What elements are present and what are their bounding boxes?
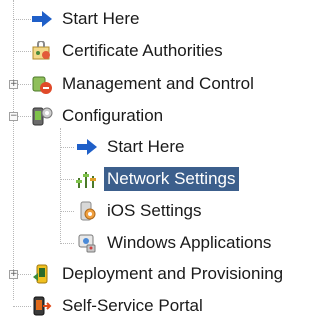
blue-arrow-icon — [31, 8, 53, 30]
tree-item-management-and-control[interactable]: Management and Control — [31, 71, 257, 97]
tree-item-label: Configuration — [62, 106, 164, 125]
tree-item-deployment-and-provisioning[interactable]: Deployment and Provisioning — [31, 261, 286, 287]
tree-item-ios-settings[interactable]: iOS Settings — [76, 198, 205, 224]
tree-connector — [18, 274, 31, 275]
tree-connector — [60, 243, 74, 244]
tree-connector — [60, 147, 74, 148]
tree-item-configuration[interactable]: Configuration — [31, 103, 166, 129]
tree-item-start-here[interactable]: Start Here — [31, 6, 142, 32]
tree-item-self-service-portal[interactable]: Self-Service Portal — [31, 293, 206, 316]
tree-connector — [60, 128, 61, 244]
ios-settings-icon — [76, 200, 98, 222]
tree-item-label: Network Settings — [104, 167, 239, 191]
network-settings-icon — [76, 168, 98, 190]
tree-item-label: Start Here — [107, 137, 185, 156]
tree-item-label: Management and Control — [62, 74, 254, 93]
collapse-toggle-configuration[interactable]: − — [9, 112, 18, 121]
tree-connector — [13, 19, 31, 20]
tree-item-label: Certificate Authorities — [62, 41, 223, 60]
tree-connector — [60, 211, 74, 212]
windows-applications-icon — [76, 232, 98, 254]
tree-item-label: Start Here — [62, 9, 140, 28]
tree-item-windows-applications[interactable]: Windows Applications — [76, 230, 274, 256]
tree-item-label: Windows Applications — [107, 233, 272, 252]
tree-item-certificate-authorities[interactable]: Certificate Authorities — [31, 38, 226, 64]
tree-connector — [18, 84, 31, 85]
configuration-icon — [31, 105, 53, 127]
tree-connector — [13, 51, 31, 52]
blue-arrow-icon — [76, 136, 98, 158]
certificate-icon — [31, 40, 53, 62]
tree-connector — [18, 116, 31, 117]
tree-item-label: Self-Service Portal — [62, 296, 203, 315]
expand-toggle-management[interactable]: + — [9, 80, 18, 89]
management-icon — [31, 73, 53, 95]
navigation-tree: + − + Start Here Certificate Authorities — [0, 0, 320, 316]
tree-item-network-settings[interactable]: Network Settings — [76, 166, 239, 192]
tree-connector — [60, 179, 74, 180]
expand-toggle-deployment[interactable]: + — [9, 270, 18, 279]
self-service-portal-icon — [31, 295, 53, 316]
tree-item-config-start-here[interactable]: Start Here — [76, 134, 187, 160]
tree-connector — [13, 306, 31, 307]
tree-item-label: iOS Settings — [107, 201, 202, 220]
tree-connector — [13, 0, 14, 300]
tree-item-label: Deployment and Provisioning — [62, 264, 284, 283]
deployment-icon — [31, 263, 53, 285]
